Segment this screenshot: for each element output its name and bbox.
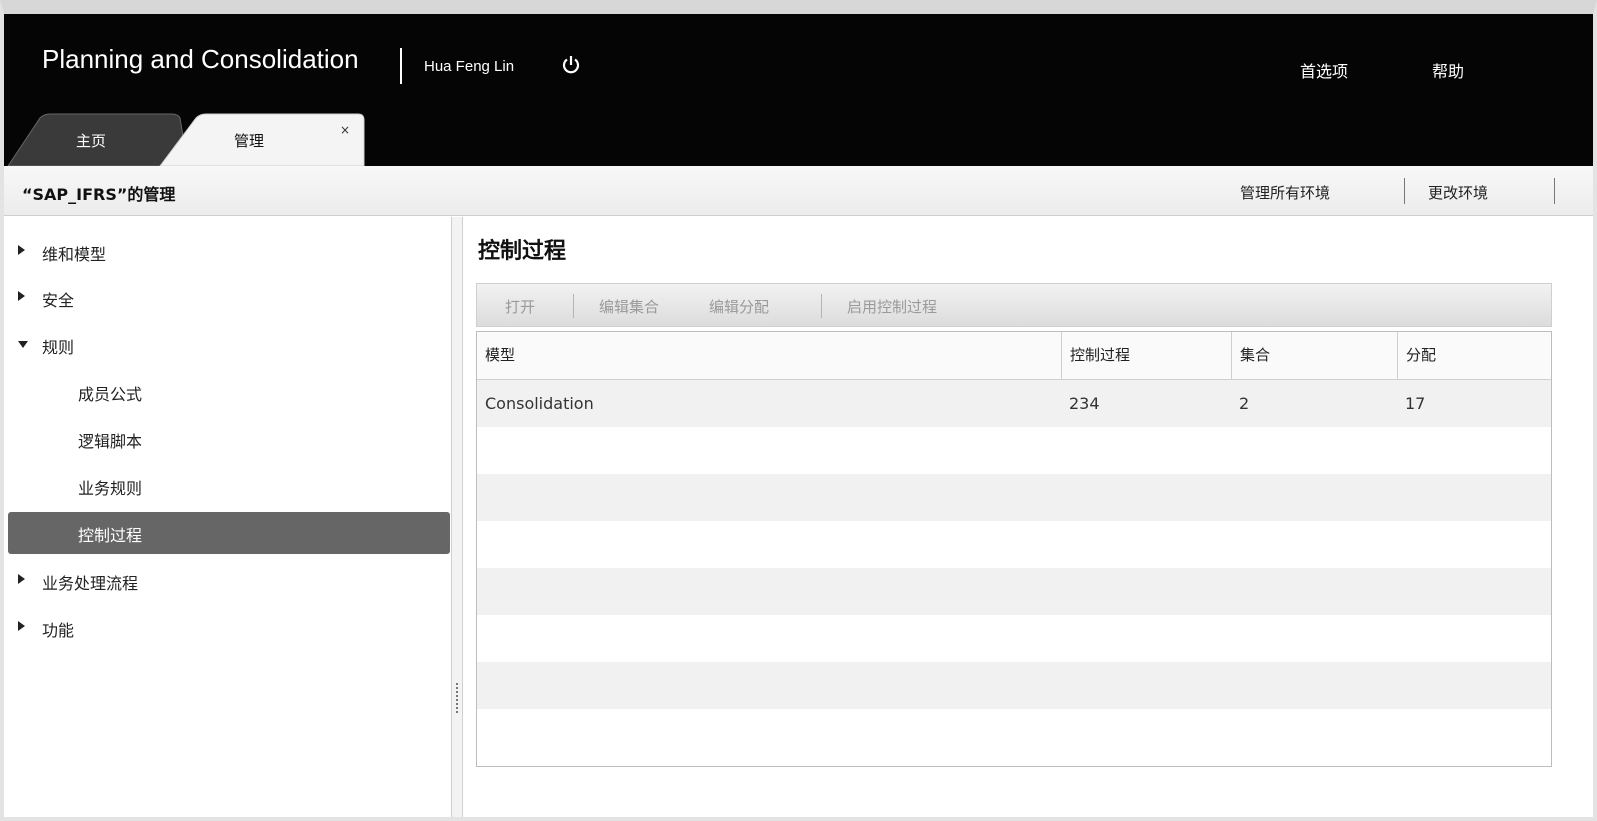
- tab-home[interactable]: 主页: [76, 130, 106, 151]
- triangle-right-icon[interactable]: [18, 291, 25, 301]
- nav-item-security[interactable]: 安全: [4, 277, 450, 319]
- nav-item-member-formulas[interactable]: 成员公式: [4, 371, 450, 413]
- table-row-empty: [477, 427, 1551, 474]
- nav-item-label: 功能: [42, 621, 75, 640]
- nav-item-label: 成员公式: [78, 385, 143, 404]
- nav-item-label: 安全: [42, 291, 75, 310]
- toolbar-separator: [821, 294, 822, 318]
- triangle-right-icon[interactable]: [18, 245, 25, 255]
- column-header-controls[interactable]: 控制过程: [1061, 332, 1231, 379]
- admin-nav-tree: 维和模型 安全 规则 成员公式 逻辑脚本 业务规则 控制过程 业务处理流程 功能: [4, 217, 450, 817]
- main-content: 控制过程 打开 编辑集合 编辑分配 启用控制过程 模型 控制过程 集合 分配 C…: [464, 217, 1593, 817]
- nav-item-label: 控制过程: [78, 526, 143, 545]
- nav-item-business-process-flows[interactable]: 业务处理流程: [4, 560, 450, 602]
- table-row-empty: [477, 568, 1551, 615]
- nav-item-label: 规则: [42, 338, 75, 357]
- toolbar: 打开 编辑集合 编辑分配 启用控制过程: [476, 283, 1552, 327]
- triangle-right-icon[interactable]: [18, 574, 25, 584]
- cell-sets: 2: [1239, 394, 1250, 413]
- nav-item-label: 业务规则: [78, 479, 143, 498]
- nav-item-controls[interactable]: 控制过程: [8, 512, 450, 554]
- cell-controls: 234: [1069, 394, 1100, 413]
- table-row-empty: [477, 474, 1551, 521]
- cell-assignments: 17: [1405, 394, 1426, 413]
- link-separator: [1404, 178, 1405, 204]
- column-header-sets[interactable]: 集合: [1231, 332, 1397, 379]
- nav-item-label: 维和模型: [42, 245, 107, 264]
- column-header-assignments[interactable]: 分配: [1397, 332, 1551, 379]
- nav-item-logic-scripts[interactable]: 逻辑脚本: [4, 418, 450, 460]
- cell-model: Consolidation: [485, 394, 594, 413]
- enable-controls-button[interactable]: 启用控制过程: [847, 296, 937, 317]
- triangle-right-icon[interactable]: [18, 621, 25, 631]
- edit-sets-button[interactable]: 编辑集合: [599, 296, 659, 317]
- edit-assignments-button[interactable]: 编辑分配: [709, 296, 769, 317]
- table-row-empty: [477, 615, 1551, 662]
- splitter-grip-icon[interactable]: [456, 683, 458, 713]
- sub-header: “SAP_IFRS”的管理 管理所有环境 更改环境: [4, 166, 1593, 216]
- pane-splitter[interactable]: [451, 217, 463, 817]
- table-header: 模型 控制过程 集合 分配: [477, 332, 1551, 380]
- column-header-model[interactable]: 模型: [477, 332, 1061, 379]
- table-row-empty: [477, 521, 1551, 568]
- open-button[interactable]: 打开: [505, 296, 535, 317]
- toolbar-separator: [573, 294, 574, 318]
- nav-item-rules[interactable]: 规则: [4, 324, 450, 366]
- nav-item-features[interactable]: 功能: [4, 607, 450, 649]
- nav-item-label: 业务处理流程: [42, 574, 139, 593]
- nav-item-dimensions-models[interactable]: 维和模型: [4, 231, 450, 273]
- table-row-empty: [477, 709, 1551, 756]
- table-row-empty: [477, 662, 1551, 709]
- environment-title: “SAP_IFRS”的管理: [22, 185, 176, 204]
- manage-all-environments-link[interactable]: 管理所有环境: [1240, 182, 1330, 203]
- nav-item-business-rules[interactable]: 业务规则: [4, 465, 450, 507]
- tab-close-icon[interactable]: ×: [340, 123, 350, 137]
- nav-item-label: 逻辑脚本: [78, 432, 143, 451]
- link-separator: [1554, 178, 1555, 204]
- models-table: 模型 控制过程 集合 分配 Consolidation 234 2 17: [476, 331, 1552, 767]
- change-environment-link[interactable]: 更改环境: [1428, 182, 1488, 203]
- page-title: 控制过程: [478, 239, 567, 264]
- tab-admin[interactable]: 管理: [234, 130, 264, 151]
- triangle-down-icon[interactable]: [18, 341, 28, 348]
- table-row[interactable]: Consolidation 234 2 17: [477, 380, 1551, 427]
